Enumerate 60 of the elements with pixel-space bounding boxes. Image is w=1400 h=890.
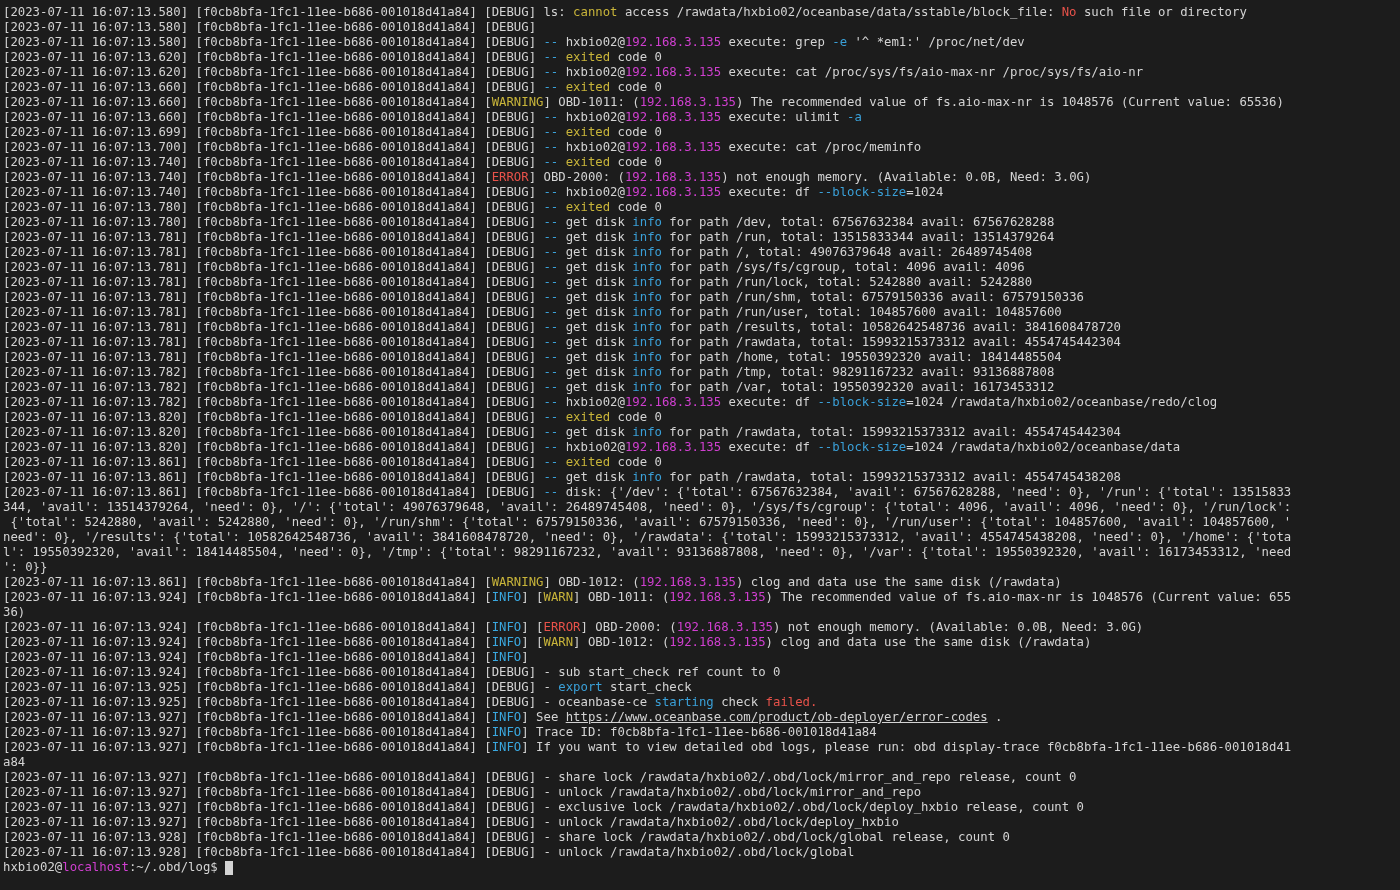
- log-line: [2023-07-11 16:07:13.925] [f0cb8bfa-1fc1-11ee-b686-001018d41a84] [DEBUG] - export start_check: [3, 680, 692, 695]
- log-line: [2023-07-11 16:07:13.781] [f0cb8bfa-1fc1-11ee-b686-001018d41a84] [DEBUG] -- get disk info for path /rawdata, total: 15993215373312 avail: 4554745442304: [3, 335, 1121, 350]
- log-line: [2023-07-11 16:07:13.927] [f0cb8bfa-1fc1-11ee-b686-001018d41a84] [DEBUG] - unlock /rawdata/hxbio02/.obd/lock/deploy_hxbio: [3, 815, 899, 830]
- log-line: [2023-07-11 16:07:13.782] [f0cb8bfa-1fc1-11ee-b686-001018d41a84] [DEBUG] -- get disk info for path /var, total: 19550392320 avail: 16173453312: [3, 380, 1055, 395]
- log-line: [2023-07-11 16:07:13.927] [f0cb8bfa-1fc1-11ee-b686-001018d41a84] [INFO] If you want to view detailed obd logs, please run: obd display-trace f0cb8bfa-1fc1-11ee-b686-001018d41: [3, 740, 1292, 755]
- log-line: a84: [3, 755, 26, 770]
- log-line: [2023-07-11 16:07:13.927] [f0cb8bfa-1fc1-11ee-b686-001018d41a84] [DEBUG] - share lock /rawdata/hxbio02/.obd/lock/mirror_and_repo release, count 0: [3, 770, 1077, 785]
- log-line: 36): [3, 605, 26, 620]
- log-line: [2023-07-11 16:07:13.781] [f0cb8bfa-1fc1-11ee-b686-001018d41a84] [DEBUG] -- get disk info for path /results, total: 10582642548736 avail: 3841608478720: [3, 320, 1121, 335]
- log-line: [2023-07-11 16:07:13.782] [f0cb8bfa-1fc1-11ee-b686-001018d41a84] [DEBUG] -- hxbio02@192.168.3.135 execute: df --block-size=1024 /rawdata/hxbio02/oceanbase/redo/clog: [3, 395, 1218, 410]
- log-line: [2023-07-11 16:07:13.924] [f0cb8bfa-1fc1-11ee-b686-001018d41a84] [INFO] [WARN] OBD-1011: (192.168.3.135) The recommended value of fs.aio-max-nr is 1048576 (Current value: 655: [3, 590, 1292, 605]
- log-line: ': 0}}: [3, 560, 48, 575]
- log-line: [2023-07-11 16:07:13.781] [f0cb8bfa-1fc1-11ee-b686-001018d41a84] [DEBUG] -- get disk info for path /run/lock, total: 5242880 avail: 5242880: [3, 275, 1033, 290]
- log-line: l': 19550392320, 'avail': 18414485504, 'need': 0}, '/tmp': {'total': 98291167232, 'avail': 93136887808, 'need': 0}, '/var': {'total': 19550392320, 'avail': 16173453312, 'need: [3, 545, 1292, 560]
- log-line: [2023-07-11 16:07:13.924] [f0cb8bfa-1fc1-11ee-b686-001018d41a84] [INFO] [WARN] OBD-1012: (192.168.3.135) clog and data use the same disk (/rawdata): [3, 635, 1092, 650]
- log-line: [2023-07-11 16:07:13.580] [f0cb8bfa-1fc1-11ee-b686-001018d41a84] [DEBUG] ls: cannot access /rawdata/hxbio02/oceanbase/data/sstable/block_file: No such file or directory: [3, 5, 1247, 20]
- log-line: [2023-07-11 16:07:13.781] [f0cb8bfa-1fc1-11ee-b686-001018d41a84] [DEBUG] -- get disk info for path /run/shm, total: 67579150336 avail: 67579150336: [3, 290, 1084, 305]
- shell-prompt: hxbio02@localhost:~/.obd/log$: [3, 860, 218, 875]
- log-line: [2023-07-11 16:07:13.740] [f0cb8bfa-1fc1-11ee-b686-001018d41a84] [DEBUG] -- hxbio02@192.168.3.135 execute: df --block-size=1024: [3, 185, 944, 200]
- log-line: [2023-07-11 16:07:13.927] [f0cb8bfa-1fc1-11ee-b686-001018d41a84] [DEBUG] - unlock /rawdata/hxbio02/.obd/lock/mirror_and_repo: [3, 785, 922, 800]
- log-line: [2023-07-11 16:07:13.927] [f0cb8bfa-1fc1-11ee-b686-001018d41a84] [INFO] Trace ID: f0cb8bfa-1fc1-11ee-b686-001018d41a84: [3, 725, 877, 740]
- log-line: [2023-07-11 16:07:13.781] [f0cb8bfa-1fc1-11ee-b686-001018d41a84] [DEBUG] -- get disk info for path /run/user, total: 104857600 avail: 104857600: [3, 305, 1062, 320]
- log-line: [2023-07-11 16:07:13.861] [f0cb8bfa-1fc1-11ee-b686-001018d41a84] [DEBUG] -- exited code 0: [3, 455, 662, 470]
- log-line: [2023-07-11 16:07:13.925] [f0cb8bfa-1fc1-11ee-b686-001018d41a84] [DEBUG] - oceanbase-ce starting check failed.: [3, 695, 818, 710]
- log-line: [2023-07-11 16:07:13.861] [f0cb8bfa-1fc1-11ee-b686-001018d41a84] [DEBUG] -- disk: {'/dev': {'total': 67567632384, 'avail': 67567628288, 'need': 0}, '/run': {'total': 13515833: [3, 485, 1292, 500]
- log-line: 344, 'avail': 13514379264, 'need': 0}, '/': {'total': 49076379648, 'avail': 26489745408, 'need': 0}, '/sys/fs/cgroup': {'total': 4096, 'avail': 4096, 'need': 0}, '/run/lock':: [3, 500, 1292, 515]
- log-line: [2023-07-11 16:07:13.861] [f0cb8bfa-1fc1-11ee-b686-001018d41a84] [WARNING] OBD-1012: (192.168.3.135) clog and data use the same disk (/rawdata): [3, 575, 1062, 590]
- log-line: [2023-07-11 16:07:13.580] [f0cb8bfa-1fc1-11ee-b686-001018d41a84] [DEBUG]: [3, 20, 537, 35]
- log-line: [2023-07-11 16:07:13.924] [f0cb8bfa-1fc1-11ee-b686-001018d41a84] [DEBUG] - sub start_check ref count to 0: [3, 665, 781, 680]
- log-line: {'total': 5242880, 'avail': 5242880, 'need': 0}, '/run/shm': {'total': 67579150336, 'avail': 67579150336, 'need': 0}, '/run/user': {'total': 104857600, 'avail': 104857600, ': [9, 515, 1292, 530]
- log-line: [2023-07-11 16:07:13.820] [f0cb8bfa-1fc1-11ee-b686-001018d41a84] [DEBUG] -- hxbio02@192.168.3.135 execute: df --block-size=1024 /rawdata/hxbio02/oceanbase/data: [3, 440, 1181, 455]
- text-cursor: [224, 860, 233, 875]
- log-line: [2023-07-11 16:07:13.861] [f0cb8bfa-1fc1-11ee-b686-001018d41a84] [DEBUG] -- get disk info for path /rawdata, total: 15993215373312 avail: 4554745438208: [3, 470, 1121, 485]
- log-line: [2023-07-11 16:07:13.580] [f0cb8bfa-1fc1-11ee-b686-001018d41a84] [DEBUG] -- hxbio02@192.168.3.135 execute: grep -e '^ *em1:' /proc/net/dev: [3, 35, 1025, 50]
- log-line: [2023-07-11 16:07:13.820] [f0cb8bfa-1fc1-11ee-b686-001018d41a84] [DEBUG] -- exited code 0: [3, 410, 662, 425]
- log-line: [2023-07-11 16:07:13.924] [f0cb8bfa-1fc1-11ee-b686-001018d41a84] [INFO]: [3, 650, 529, 665]
- log-line: [2023-07-11 16:07:13.660] [f0cb8bfa-1fc1-11ee-b686-001018d41a84] [DEBUG] -- hxbio02@192.168.3.135 execute: ulimit -a: [3, 110, 862, 125]
- log-line: [2023-07-11 16:07:13.781] [f0cb8bfa-1fc1-11ee-b686-001018d41a84] [DEBUG] -- get disk info for path /sys/fs/cgroup, total: 4096 avail: 4096: [3, 260, 1025, 275]
- log-line: [2023-07-11 16:07:13.660] [f0cb8bfa-1fc1-11ee-b686-001018d41a84] [DEBUG] -- exited code 0: [3, 80, 662, 95]
- log-line: [2023-07-11 16:07:13.781] [f0cb8bfa-1fc1-11ee-b686-001018d41a84] [DEBUG] -- get disk info for path /, total: 49076379648 avail: 26489745408: [3, 245, 1033, 260]
- log-line: [2023-07-11 16:07:13.620] [f0cb8bfa-1fc1-11ee-b686-001018d41a84] [DEBUG] -- exited code 0: [3, 50, 662, 65]
- log-line: [2023-07-11 16:07:13.781] [f0cb8bfa-1fc1-11ee-b686-001018d41a84] [DEBUG] -- get disk info for path /run, total: 13515833344 avail: 13514379264: [3, 230, 1055, 245]
- log-line: [2023-07-11 16:07:13.820] [f0cb8bfa-1fc1-11ee-b686-001018d41a84] [DEBUG] -- get disk info for path /rawdata, total: 15993215373312 avail: 4554745442304: [3, 425, 1121, 440]
- log-line: [2023-07-11 16:07:13.700] [f0cb8bfa-1fc1-11ee-b686-001018d41a84] [DEBUG] -- hxbio02@192.168.3.135 execute: cat /proc/meminfo: [3, 140, 922, 155]
- log-line: [2023-07-11 16:07:13.928] [f0cb8bfa-1fc1-11ee-b686-001018d41a84] [DEBUG] - share lock /rawdata/hxbio02/.obd/lock/global release, count 0: [3, 830, 1010, 845]
- log-line: [2023-07-11 16:07:13.928] [f0cb8bfa-1fc1-11ee-b686-001018d41a84] [DEBUG] - unlock /rawdata/hxbio02/.obd/lock/global: [3, 845, 855, 860]
- log-line: [2023-07-11 16:07:13.740] [f0cb8bfa-1fc1-11ee-b686-001018d41a84] [ERROR] OBD-2000: (192.168.3.135) not enough memory. (Available: 0.0B, Need: 3.0G): [3, 170, 1092, 185]
- log-line: [2023-07-11 16:07:13.927] [f0cb8bfa-1fc1-11ee-b686-001018d41a84] [DEBUG] - exclusive lock /rawdata/hxbio02/.obd/lock/deploy_hxbio release, count 0: [3, 800, 1084, 815]
- log-line: [2023-07-11 16:07:13.924] [f0cb8bfa-1fc1-11ee-b686-001018d41a84] [INFO] [ERROR] OBD-2000: (192.168.3.135) not enough memory. (Available: 0.0B, Need: 3.0G): [3, 620, 1144, 635]
- log-line: [2023-07-11 16:07:13.740] [f0cb8bfa-1fc1-11ee-b686-001018d41a84] [DEBUG] -- exited code 0: [3, 155, 662, 170]
- log-line: [2023-07-11 16:07:13.699] [f0cb8bfa-1fc1-11ee-b686-001018d41a84] [DEBUG] -- exited code 0: [3, 125, 662, 140]
- log-line: [2023-07-11 16:07:13.780] [f0cb8bfa-1fc1-11ee-b686-001018d41a84] [DEBUG] -- get disk info for path /dev, total: 67567632384 avail: 67567628288: [3, 215, 1055, 230]
- log-line: [2023-07-11 16:07:13.660] [f0cb8bfa-1fc1-11ee-b686-001018d41a84] [WARNING] OBD-1011: (192.168.3.135) The recommended value of fs.aio-max-nr is 1048576 (Current value: 65536): [3, 95, 1284, 110]
- log-line: [2023-07-11 16:07:13.782] [f0cb8bfa-1fc1-11ee-b686-001018d41a84] [DEBUG] -- get disk info for path /tmp, total: 98291167232 avail: 93136887808: [3, 365, 1055, 380]
- log-line: [2023-07-11 16:07:13.620] [f0cb8bfa-1fc1-11ee-b686-001018d41a84] [DEBUG] -- hxbio02@192.168.3.135 execute: cat /proc/sys/fs/aio-max-nr /proc/sys/fs/aio-nr: [3, 65, 1144, 80]
- log-line: [2023-07-11 16:07:13.781] [f0cb8bfa-1fc1-11ee-b686-001018d41a84] [DEBUG] -- get disk info for path /home, total: 19550392320 avail: 18414485504: [3, 350, 1062, 365]
- log-line: [2023-07-11 16:07:13.927] [f0cb8bfa-1fc1-11ee-b686-001018d41a84] [INFO] See https://www.oceanbase.com/product/ob-deployer/error-codes .: [3, 710, 1003, 725]
- url-link[interactable]: https://www.oceanbase.com/product/ob-deployer/error-codes: [565, 710, 988, 724]
- log-line: [2023-07-11 16:07:13.780] [f0cb8bfa-1fc1-11ee-b686-001018d41a84] [DEBUG] -- exited code 0: [3, 200, 662, 215]
- log-line: need': 0}, '/results': {'total': 10582642548736, 'avail': 3841608478720, 'need': 0}, '/rawdata': {'total': 15993215373312, 'avail': 4554745438208, 'need': 0}, '/home': {'tota: [3, 530, 1292, 545]
